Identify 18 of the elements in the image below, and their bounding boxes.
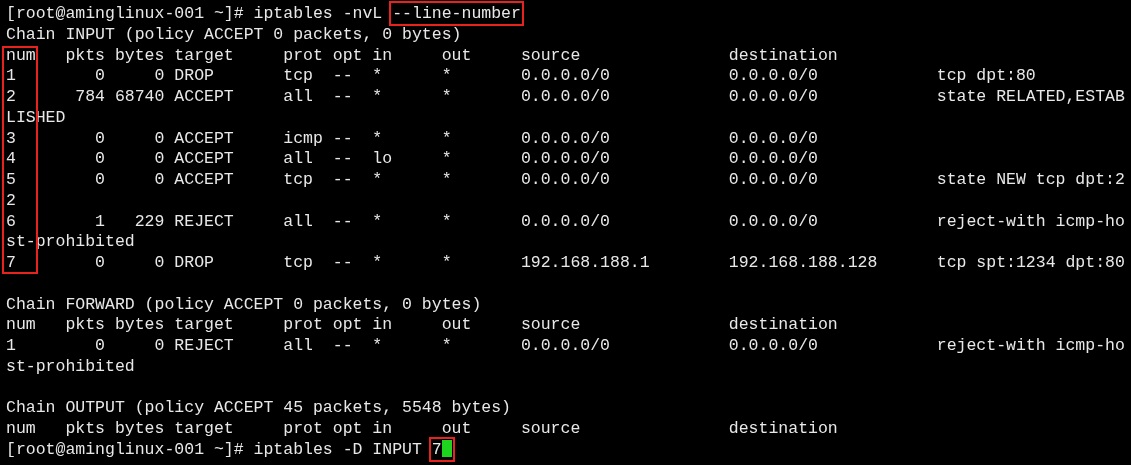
command-text: 7	[431, 439, 442, 459]
command-text: iptables -D INPUT	[253, 439, 423, 459]
shell-prompt: [root@aminglinux-001 ~]#	[6, 4, 244, 23]
rule-row-text: 1 0 0 REJECT all -- * * 0.0.0.0/0 0.0.0.0/0 reject-with icmp-host-prohibited	[6, 336, 1126, 378]
shell-prompt: [root@aminglinux-001 ~]#	[6, 439, 244, 459]
chain-title: Chain FORWARD (policy ACCEPT 0 packets, 0 bytes)	[6, 294, 483, 316]
rule-row-text: 1 0 0 DROP tcp -- * * 0.0.0.0/0 0.0.0.0/0 tcp dpt:80	[6, 66, 1037, 87]
rule-row-text: 4 0 0 ACCEPT all -- lo * 0.0.0.0/0 0.0.0.0/0	[6, 149, 819, 170]
rule-row-text: 5 0 0 ACCEPT tcp -- * * 0.0.0.0/0 0.0.0.0/0 state NEW tcp dpt:22	[6, 170, 1126, 212]
column-header-row-text: num pkts bytes target prot opt in out source destination	[6, 315, 839, 336]
command-text: iptables -nvL	[253, 4, 384, 23]
chain-title: Chain OUTPUT (policy ACCEPT 45 packets, 5548 bytes)	[6, 398, 512, 419]
rule-row-text: 3 0 0 ACCEPT icmp -- * * 0.0.0.0/0 0.0.0.0/0	[6, 128, 819, 150]
chain-title: Chain INPUT (policy ACCEPT 0 packets, 0 bytes)	[6, 24, 463, 46]
rule-row-text: 7 0 0 DROP tcp -- * * 192.168.188.1 192.168.188.128 tcp spt:1234 dpt:80	[6, 253, 1126, 274]
column-header-row-text: num pkts bytes target prot opt in out source destination	[6, 419, 839, 440]
command-text: --line-number	[392, 4, 521, 23]
column-header-row-text: num pkts bytes target prot opt in out source destination	[6, 45, 839, 67]
